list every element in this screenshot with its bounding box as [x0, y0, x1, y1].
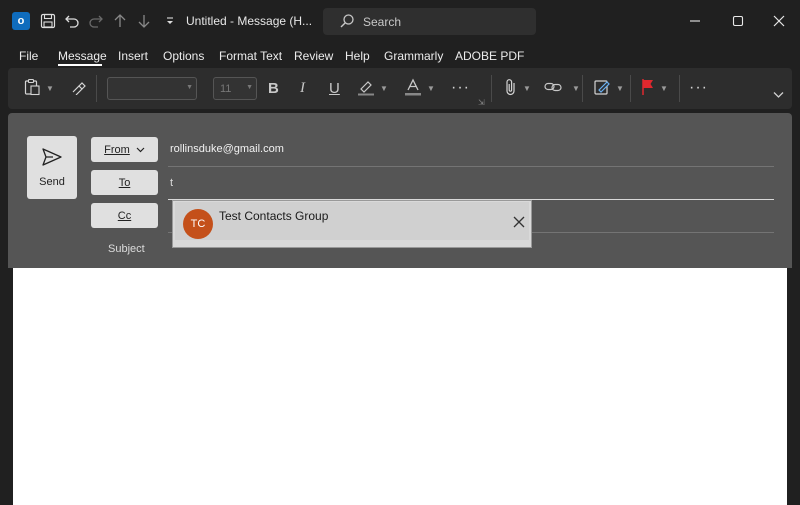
more-font-options-button[interactable]: ··· [451, 78, 470, 98]
suggestion-name: Test Contacts Group [219, 209, 329, 223]
ribbon-divider [630, 75, 631, 102]
chevron-down-icon: ▼ [246, 84, 253, 91]
undo-icon[interactable] [62, 11, 82, 31]
from-address: rollinsduke@gmail.com [170, 143, 284, 155]
menu-grammarly[interactable]: Grammarly [384, 49, 443, 63]
more-commands-button[interactable]: ··· [689, 78, 708, 98]
bold-button[interactable]: B [268, 78, 279, 98]
redo-icon[interactable] [86, 11, 106, 31]
from-button[interactable]: From [91, 137, 158, 162]
to-button[interactable]: To [91, 170, 158, 195]
menu-file[interactable]: File [19, 49, 38, 63]
send-icon [41, 147, 63, 172]
italic-icon: I [300, 79, 305, 96]
font-size-value: 11 [220, 83, 232, 95]
next-item-icon[interactable] [134, 11, 154, 31]
chevron-down-icon: ▼ [46, 83, 54, 93]
menu-format-text[interactable]: Format Text [219, 49, 282, 63]
from-label: From [104, 143, 130, 156]
font-color-icon [404, 78, 422, 99]
cc-button[interactable]: Cc [91, 203, 158, 228]
chevron-down-icon: ▼ [186, 84, 193, 91]
outlook-app-icon: o [12, 12, 33, 30]
chevron-down-icon: ▼ [523, 83, 531, 93]
avatar: TC [183, 209, 213, 239]
link-icon [544, 80, 562, 97]
window-title: Untitled - Message (H... [186, 14, 313, 28]
chevron-down-icon [136, 144, 145, 156]
underline-button[interactable]: U [329, 78, 340, 98]
minimize-button[interactable] [684, 10, 706, 32]
font-family-select[interactable]: ▼ [107, 77, 197, 100]
dialog-launcher-icon[interactable]: ⇲ [478, 92, 485, 112]
signature-button[interactable]: ▼ [593, 78, 624, 98]
paperclip-icon [504, 78, 518, 99]
message-body-editor[interactable] [13, 268, 787, 505]
chevron-down-icon: ▼ [572, 83, 580, 93]
italic-button[interactable]: I [300, 78, 305, 98]
ribbon-divider [679, 75, 680, 102]
chevron-down-icon: ▼ [380, 83, 388, 93]
clipboard-icon [23, 78, 41, 99]
customize-toolbar-icon[interactable] [160, 11, 180, 31]
menu-message[interactable]: Message [58, 49, 107, 63]
font-size-select[interactable]: 11 ▼ [213, 77, 257, 100]
chevron-down-icon: ▼ [660, 83, 668, 93]
send-label: Send [39, 176, 65, 188]
follow-up-flag-button[interactable]: ▼ [641, 78, 668, 98]
to-field[interactable]: t [170, 177, 173, 189]
attach-file-button[interactable]: ▼ [504, 78, 531, 98]
paste-button[interactable]: ▼ [23, 78, 54, 98]
menu-adobe-pdf[interactable]: ADOBE PDF [455, 49, 524, 63]
search-placeholder: Search [363, 15, 402, 29]
cc-label: Cc [117, 209, 132, 222]
search-icon [339, 13, 355, 34]
font-color-button[interactable]: ▼ [404, 78, 435, 98]
maximize-button[interactable] [727, 10, 749, 32]
ribbon-divider [96, 75, 97, 102]
chevron-down-icon[interactable] [773, 90, 784, 102]
menu-insert[interactable]: Insert [118, 49, 148, 63]
chevron-down-icon: ▼ [427, 83, 435, 93]
active-tab-indicator [58, 64, 102, 66]
ribbon-divider [491, 75, 492, 102]
more-options-icon: ··· [689, 79, 708, 96]
suggestion-item[interactable]: TC Test Contacts Group [175, 202, 529, 240]
signature-icon [593, 78, 611, 99]
format-painter-button[interactable] [70, 78, 86, 98]
close-icon[interactable] [513, 215, 525, 233]
title-bar: o Untitled - Message (H... Search [0, 0, 800, 42]
menu-options[interactable]: Options [163, 49, 204, 63]
menu-review[interactable]: Review [294, 49, 333, 63]
link-button[interactable]: ▼ [544, 78, 580, 98]
contact-suggestion-dropdown: TC Test Contacts Group [172, 200, 532, 248]
flag-icon [641, 78, 655, 99]
ribbon-divider [582, 75, 583, 102]
chevron-down-icon: ▼ [616, 83, 624, 93]
to-label: To [118, 176, 131, 189]
from-divider [168, 166, 774, 167]
subject-label: Subject [108, 243, 145, 255]
menu-bar: File Message Insert Options Format Text … [0, 42, 800, 68]
menu-help[interactable]: Help [345, 49, 370, 63]
highlight-button[interactable]: ▼ [357, 78, 388, 98]
format-painter-icon [70, 79, 86, 98]
more-options-icon: ··· [451, 79, 470, 96]
previous-item-icon[interactable] [110, 11, 130, 31]
ribbon-toolbar: ▼ ▼ 11 ▼ B I U ▼ ▼ ··· ⇲ ▼ ▼ ▼ ▼ ··· [8, 68, 792, 109]
save-icon[interactable] [38, 11, 58, 31]
underline-icon: U [329, 79, 340, 97]
highlighter-icon [357, 78, 375, 99]
send-button[interactable]: Send [27, 136, 77, 199]
search-input[interactable]: Search [323, 8, 536, 35]
bold-icon: B [268, 79, 279, 97]
close-window-button[interactable] [768, 10, 790, 32]
